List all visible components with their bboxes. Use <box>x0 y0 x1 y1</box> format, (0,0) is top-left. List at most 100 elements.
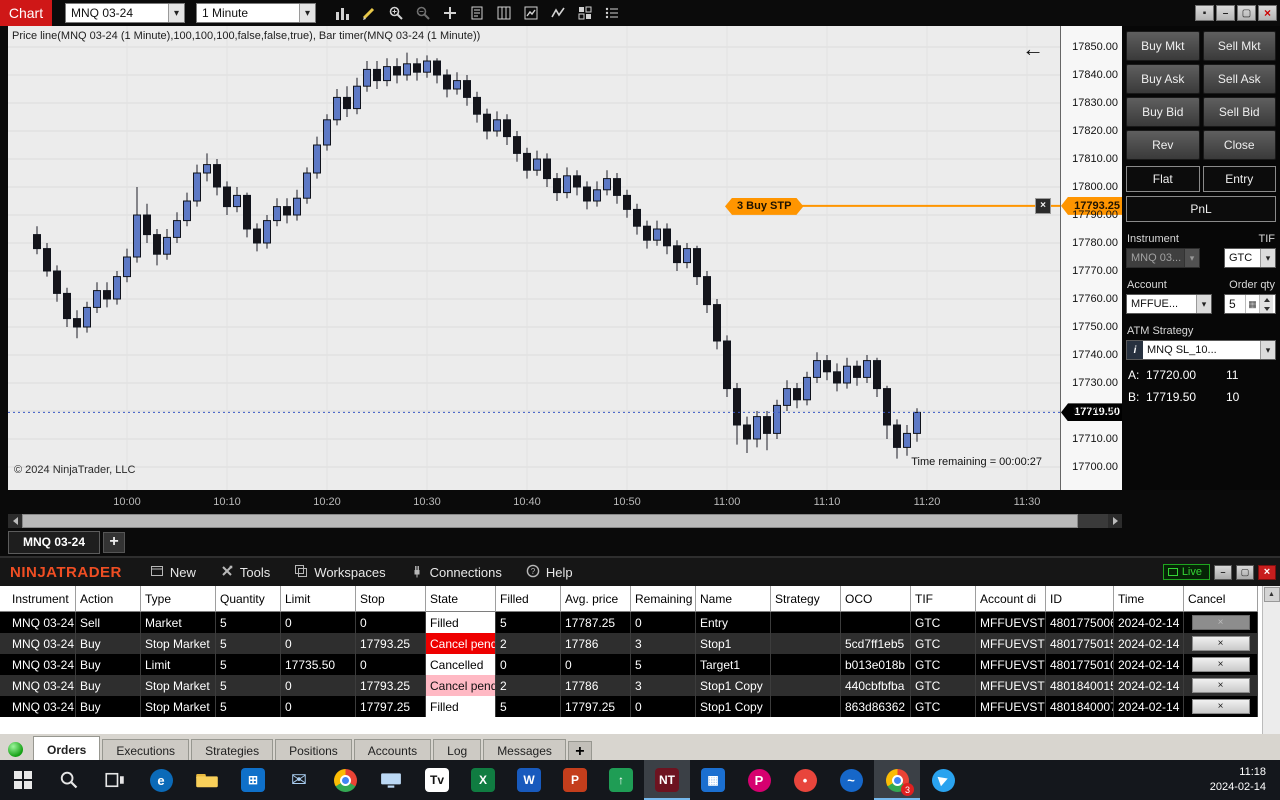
paint-icon[interactable]: • <box>782 760 828 800</box>
table-row[interactable]: MNQ 03-24 Buy Stop Market 5 0 17793.25 Cancel … <box>0 633 1280 654</box>
flat-button[interactable]: Flat <box>1126 166 1200 192</box>
chrome-icon[interactable] <box>322 760 368 800</box>
store-icon[interactable]: ⊞ <box>230 760 276 800</box>
column-header[interactable]: Stop <box>356 586 426 612</box>
close-icon[interactable] <box>1258 564 1276 580</box>
tab-accounts[interactable]: Accounts <box>353 739 432 762</box>
tab-messages[interactable]: Messages <box>483 739 566 762</box>
column-header[interactable]: Type <box>141 586 216 612</box>
scrollbar-right-arrow-icon[interactable] <box>1108 514 1122 528</box>
columns-icon[interactable] <box>495 4 513 22</box>
buy-stop-order-marker[interactable]: 3 Buy STP <box>725 198 803 215</box>
add-tab-button[interactable] <box>567 741 592 762</box>
sell-mkt-button[interactable]: Sell Mkt <box>1202 31 1276 61</box>
price-axis[interactable]: 17793.25 17719.50 17850.00 17840.00 17830.… <box>1060 26 1123 490</box>
sell-bid-button[interactable]: Sell Bid <box>1202 97 1276 127</box>
file-explorer-icon[interactable] <box>184 760 230 800</box>
word-icon[interactable]: W <box>506 760 552 800</box>
chart-trader-icon[interactable] <box>522 4 540 22</box>
menu-workspaces[interactable]: Workspaces <box>282 558 397 586</box>
menu-help[interactable]: ? Help <box>514 558 585 586</box>
grid-icon[interactable] <box>576 4 594 22</box>
panel-instrument-select[interactable]: MNQ 03... <box>1126 248 1200 268</box>
column-header[interactable]: TIF <box>911 586 976 612</box>
task-view-icon[interactable] <box>92 760 138 800</box>
column-header[interactable]: Quantity <box>216 586 281 612</box>
maximize-icon[interactable] <box>1236 564 1254 580</box>
zigzag-icon[interactable] <box>549 4 567 22</box>
column-header[interactable]: ID <box>1046 586 1114 612</box>
qty-spinner[interactable] <box>1259 295 1273 313</box>
table-row[interactable]: MNQ 03-24 Buy Limit 5 17735.50 0 Cancelled 0 0 5 T… <box>0 654 1280 675</box>
column-header[interactable]: Strategy <box>771 586 841 612</box>
search-icon[interactable] <box>46 760 92 800</box>
maximize-icon[interactable] <box>1237 5 1256 21</box>
add-tab-button[interactable] <box>103 531 126 553</box>
interval-dropdown[interactable]: 1 Minute <box>196 3 316 23</box>
bar-type-icon[interactable] <box>333 4 351 22</box>
time-axis[interactable]: 10:00 10:10 10:20 10:30 10:40 10:50 11:00 11:10… <box>8 490 1122 514</box>
ninjatrader-icon[interactable]: NT <box>644 760 690 800</box>
edge-icon[interactable]: e <box>138 760 184 800</box>
column-header[interactable]: Remaining <box>631 586 696 612</box>
column-header[interactable]: Filled <box>496 586 561 612</box>
pnl-button[interactable]: PnL <box>1126 196 1276 222</box>
add-icon[interactable] <box>441 4 459 22</box>
column-header[interactable]: Account di <box>976 586 1046 612</box>
table-row[interactable]: MNQ 03-24 Sell Market 5 0 0 Filled 5 17787.25 0 En… <box>0 612 1280 633</box>
tif-select[interactable]: GTC <box>1224 248 1276 268</box>
scrollbar-thumb[interactable] <box>22 514 1078 528</box>
column-header[interactable]: Avg. price <box>561 586 631 612</box>
list-icon[interactable] <box>603 4 621 22</box>
column-header[interactable]: State <box>426 586 496 612</box>
close-button[interactable]: Close <box>1202 130 1276 160</box>
calculator-icon[interactable]: ▦ <box>690 760 736 800</box>
column-header[interactable]: OCO <box>841 586 911 612</box>
messenger-icon[interactable] <box>920 760 966 800</box>
tab-executions[interactable]: Executions <box>102 739 190 762</box>
tab-positions[interactable]: Positions <box>275 739 352 762</box>
tab-orders[interactable]: Orders <box>33 736 101 762</box>
table-row[interactable]: MNQ 03-24 Buy Stop Market 5 0 17797.25 Filled 5… <box>0 696 1280 717</box>
close-icon[interactable] <box>1258 5 1277 21</box>
chart-plot-area[interactable]: Price line(MNQ 03-24 (1 Minute),100,100,… <box>8 26 1060 490</box>
cancel-order-button[interactable]: × <box>1191 636 1250 651</box>
tab-log[interactable]: Log <box>433 739 482 762</box>
candlestick-chart[interactable] <box>8 26 1060 490</box>
excel-icon[interactable]: X <box>460 760 506 800</box>
scrollbar-left-arrow-icon[interactable] <box>8 514 22 528</box>
chart-horizontal-scrollbar[interactable] <box>8 514 1122 528</box>
cancel-order-button[interactable]: × <box>1191 678 1250 693</box>
menu-new[interactable]: New <box>138 558 208 586</box>
chrome-badge-icon[interactable]: 3 <box>874 760 920 800</box>
minimize-icon[interactable] <box>1214 564 1232 580</box>
chart-tab[interactable]: MNQ 03-24 <box>8 530 101 554</box>
paypal-icon[interactable]: P <box>736 760 782 800</box>
draw-icon[interactable] <box>360 4 378 22</box>
column-header[interactable]: Limit <box>281 586 356 612</box>
zoom-out-icon[interactable] <box>414 4 432 22</box>
column-header[interactable]: Instrument <box>8 586 76 612</box>
buy-mkt-button[interactable]: Buy Mkt <box>1126 31 1200 61</box>
screen-share-icon[interactable] <box>368 760 414 800</box>
instrument-dropdown[interactable]: MNQ 03-24 <box>65 3 185 23</box>
zoom-in-icon[interactable] <box>387 4 405 22</box>
entry-button[interactable]: Entry <box>1202 166 1276 192</box>
column-header[interactable]: Cancel <box>1184 586 1258 612</box>
powerpoint-icon[interactable]: P <box>552 760 598 800</box>
scroll-up-icon[interactable] <box>1263 587 1280 602</box>
qty-pad-icon[interactable] <box>1245 295 1259 313</box>
restore-icon[interactable] <box>1195 5 1214 21</box>
column-header[interactable]: Name <box>696 586 771 612</box>
publish-icon[interactable]: ↑ <box>598 760 644 800</box>
mail-icon[interactable]: ✉ <box>276 760 322 800</box>
cancel-order-icon[interactable] <box>1035 197 1051 214</box>
start-button[interactable] <box>0 760 46 800</box>
rev-button[interactable]: Rev <box>1126 130 1200 160</box>
column-header[interactable]: Time <box>1114 586 1184 612</box>
taskbar-clock[interactable]: 11:18 2024-02-14 <box>1210 760 1280 800</box>
buy-ask-button[interactable]: Buy Ask <box>1126 64 1200 94</box>
tab-strategies[interactable]: Strategies <box>191 739 274 762</box>
cancel-order-button[interactable]: × <box>1191 699 1250 714</box>
column-header[interactable]: Action <box>76 586 141 612</box>
